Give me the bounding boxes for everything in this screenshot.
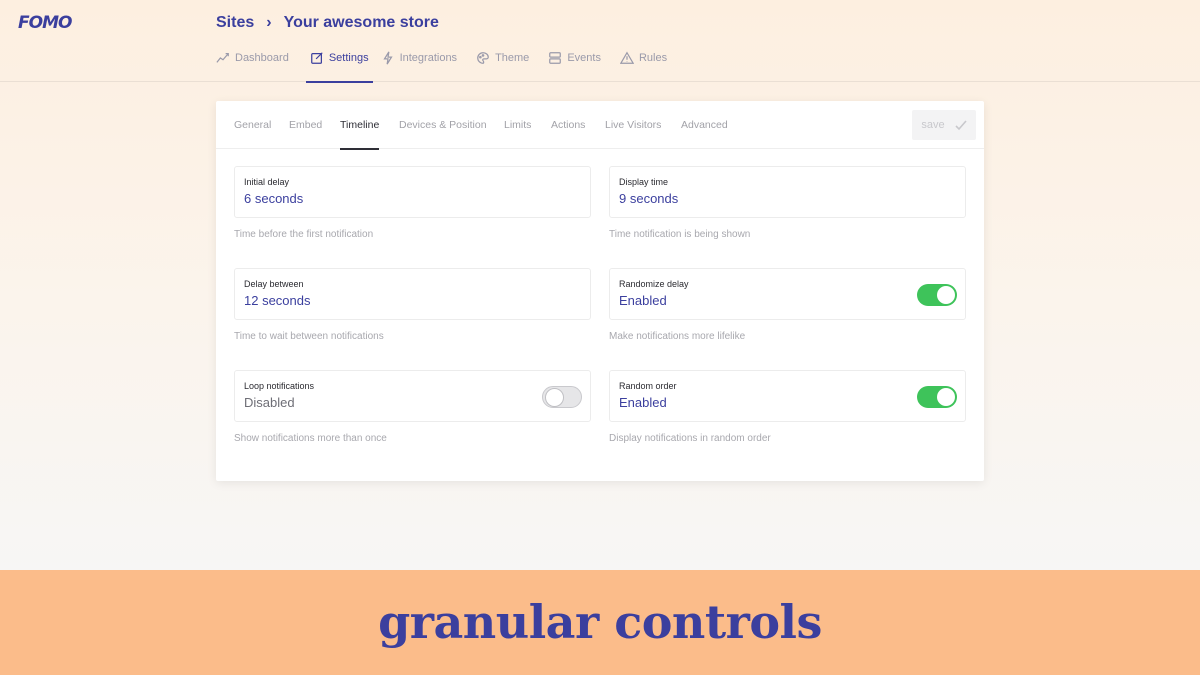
tab-devices-position[interactable]: Devices & Position <box>399 119 487 131</box>
banner-headline: granular controls <box>378 594 822 649</box>
nav-settings[interactable]: Settings <box>305 46 373 83</box>
randomize-delay-field: Randomize delay Enabled <box>609 268 966 320</box>
top-header: FOMO Sites › Your awesome store Dashboar… <box>0 0 1200 83</box>
loop-notifications-toggle[interactable] <box>542 386 582 408</box>
save-button[interactable]: save <box>912 110 976 140</box>
display-time-label: Display time <box>619 177 669 187</box>
nav-events[interactable]: Events <box>548 46 610 82</box>
random-order-value: Enabled <box>619 395 667 410</box>
tab-timeline[interactable]: Timeline <box>340 119 380 150</box>
delay-between-help: Time to wait between notifications <box>234 331 384 342</box>
delay-between-label: Delay between <box>244 279 304 289</box>
settings-card: General Embed Timeline Devices & Positio… <box>216 101 984 481</box>
check-icon <box>955 120 967 131</box>
nav-theme[interactable]: Theme <box>476 46 538 82</box>
promo-banner: granular controls <box>0 570 1200 675</box>
nav-settings-label: Settings <box>328 52 369 64</box>
tab-advanced[interactable]: Advanced <box>681 119 728 131</box>
random-order-field: Random order Enabled <box>609 370 966 422</box>
initial-delay-label: Initial delay <box>244 177 290 187</box>
nav-rules[interactable]: Rules <box>619 46 676 82</box>
randomize-delay-help: Make notifications more lifelike <box>609 331 746 342</box>
warning-icon <box>619 51 634 64</box>
loop-notifications-help: Show notifications more than once <box>234 433 387 444</box>
delay-between-field[interactable]: Delay between 12 seconds <box>234 268 591 320</box>
main-nav: Dashboard Settings Integrations Theme Ev… <box>216 46 686 83</box>
bolt-icon <box>382 51 393 65</box>
initial-delay-field[interactable]: Initial delay 6 seconds <box>234 166 591 218</box>
random-order-toggle[interactable] <box>917 386 957 408</box>
display-time-value: 9 seconds <box>619 191 679 206</box>
nav-rules-label: Rules <box>638 52 668 64</box>
nav-integrations[interactable]: Integrations <box>381 46 466 82</box>
nav-integrations-label: Integrations <box>399 52 458 64</box>
loop-notifications-label: Loop notifications <box>244 381 315 391</box>
delay-between-value: 12 seconds <box>244 293 311 308</box>
loop-notifications-field: Loop notifications Disabled <box>234 370 591 422</box>
loop-notifications-value: Disabled <box>244 395 295 410</box>
display-time-field[interactable]: Display time 9 seconds <box>609 166 966 218</box>
chevron-right-icon: › <box>266 14 272 31</box>
breadcrumb: Sites › Your awesome store <box>216 14 439 32</box>
randomize-delay-toggle[interactable] <box>917 284 957 306</box>
initial-delay-value: 6 seconds <box>244 191 304 206</box>
tab-general[interactable]: General <box>234 119 271 131</box>
fomo-logo[interactable]: FOMO <box>18 13 72 33</box>
settings-tabs: General Embed Timeline Devices & Positio… <box>216 101 984 150</box>
chart-line-icon <box>216 53 229 63</box>
tab-live-visitors[interactable]: Live Visitors <box>605 119 661 131</box>
nav-dashboard-label: Dashboard <box>235 52 289 64</box>
save-label: save <box>921 119 945 131</box>
edit-icon <box>310 52 323 64</box>
nav-dashboard[interactable]: Dashboard <box>216 46 298 82</box>
nav-theme-label: Theme <box>495 52 530 64</box>
breadcrumb-sites[interactable]: Sites <box>216 14 254 32</box>
randomize-delay-value: Enabled <box>619 293 667 308</box>
randomize-delay-label: Randomize delay <box>619 279 689 289</box>
nav-events-label: Events <box>567 52 601 64</box>
tab-embed[interactable]: Embed <box>289 119 322 131</box>
random-order-label: Random order <box>619 381 677 391</box>
tab-limits[interactable]: Limits <box>504 119 531 131</box>
tab-actions[interactable]: Actions <box>551 119 585 131</box>
list-icon <box>549 52 562 64</box>
display-time-help: Time notification is being shown <box>609 229 751 240</box>
random-order-help: Display notifications in random order <box>609 433 771 444</box>
initial-delay-help: Time before the first notification <box>234 229 374 240</box>
breadcrumb-store: Your awesome store <box>283 14 439 31</box>
palette-icon <box>477 52 489 64</box>
